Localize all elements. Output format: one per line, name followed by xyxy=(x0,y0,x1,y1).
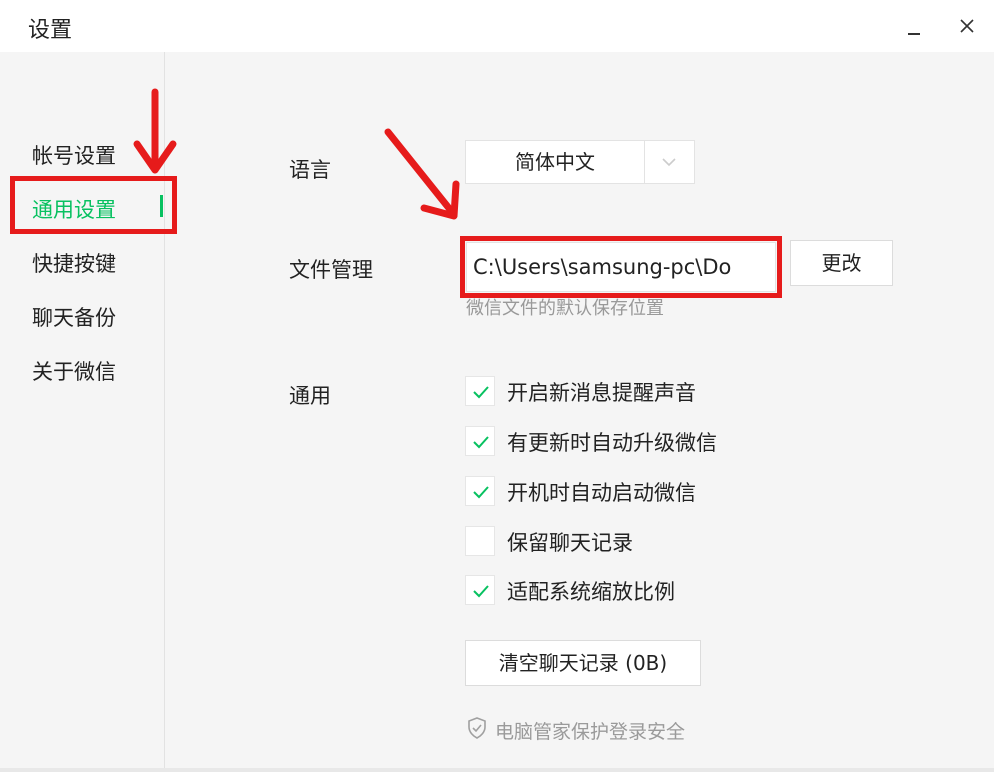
sidebar-item-general[interactable]: 通用设置 xyxy=(32,194,116,224)
minimize-button[interactable] xyxy=(902,14,926,38)
close-button[interactable] xyxy=(955,14,979,38)
option-label: 有更新时自动升级微信 xyxy=(507,431,717,455)
checkbox[interactable] xyxy=(465,575,495,605)
chevron-down-icon xyxy=(662,158,676,167)
sidebar-item-about[interactable]: 关于微信 xyxy=(32,356,116,386)
language-value: 简体中文 xyxy=(515,150,595,174)
shield-icon xyxy=(468,717,486,739)
close-icon xyxy=(960,19,974,33)
option-label: 开机时自动启动微信 xyxy=(507,481,696,505)
red-arrow-icon xyxy=(384,128,460,220)
security-text: 电脑管家保护登录安全 xyxy=(495,721,686,743)
settings-window: 设置 帐号设置 通用设置 快捷按键 聊天备份 关于微信 语言 简体中文 文件管理… xyxy=(0,0,994,772)
language-label: 语言 xyxy=(289,158,331,182)
option-label: 适配系统缩放比例 xyxy=(507,580,675,604)
check-icon xyxy=(473,386,489,399)
checkbox[interactable] xyxy=(465,426,495,456)
checkbox[interactable] xyxy=(465,476,495,506)
sidebar-item-account[interactable]: 帐号设置 xyxy=(32,140,116,170)
select-divider xyxy=(644,141,645,183)
file-management-label: 文件管理 xyxy=(289,258,373,282)
change-path-button[interactable]: 更改 xyxy=(790,240,893,286)
check-icon xyxy=(473,585,489,598)
check-icon xyxy=(473,436,489,449)
option-label: 保留聊天记录 xyxy=(507,531,633,555)
option-label: 开启新消息提醒声音 xyxy=(507,381,696,405)
window-title: 设置 xyxy=(28,18,73,43)
sidebar-item-backup[interactable]: 聊天备份 xyxy=(32,302,116,332)
clear-chat-history-button[interactable]: 清空聊天记录 (0B) xyxy=(465,640,701,686)
red-arrow-icon xyxy=(133,88,177,174)
minimize-icon xyxy=(908,33,920,35)
language-select[interactable]: 简体中文 xyxy=(465,140,695,184)
checkbox[interactable] xyxy=(465,376,495,406)
file-path-hint: 微信文件的默认保存位置 xyxy=(466,298,664,319)
title-bar: 设置 xyxy=(0,0,994,52)
sidebar-item-shortcuts[interactable]: 快捷按键 xyxy=(32,248,116,278)
check-icon xyxy=(473,486,489,499)
active-indicator xyxy=(160,195,163,217)
general-label: 通用 xyxy=(289,384,331,408)
window-bottom-edge xyxy=(0,768,994,772)
file-path-field[interactable]: C:\Users\samsung-pc\Do xyxy=(466,242,776,292)
checkbox[interactable] xyxy=(465,526,495,556)
